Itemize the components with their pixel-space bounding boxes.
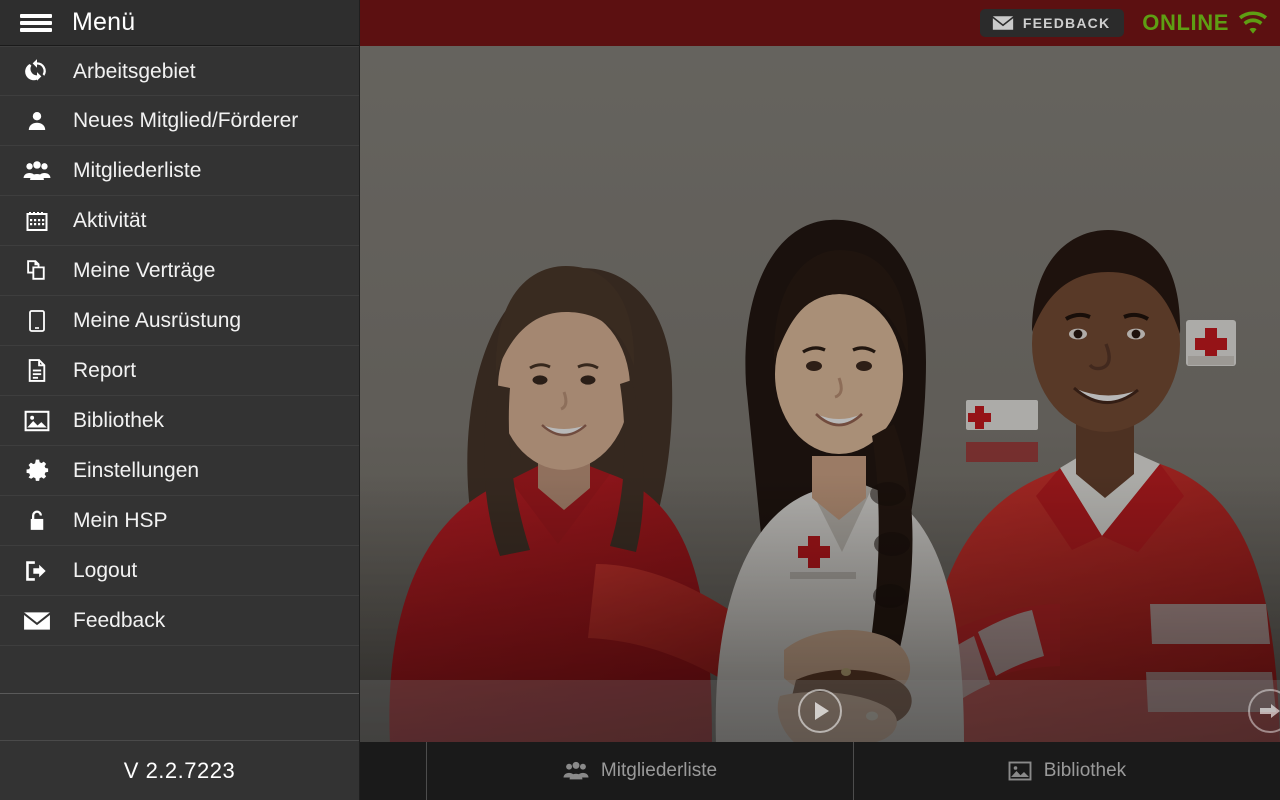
envelope-icon xyxy=(20,608,54,634)
gear-icon xyxy=(20,458,54,484)
sidebar-item-feedback[interactable]: Feedback xyxy=(0,596,359,646)
feedback-button-label: FEEDBACK xyxy=(1022,15,1111,31)
sidebar-item-label: Mein HSP xyxy=(73,509,168,532)
document-lines-icon xyxy=(20,358,54,384)
sidebar-item-label: Einstellungen xyxy=(73,459,200,482)
app-root: Menü Arbeitsgebiet Neues Mitglied/Förder… xyxy=(0,0,1280,800)
sidebar-item-neues-mitglied[interactable]: Neues Mitglied/Förderer xyxy=(0,96,359,146)
hero-media[interactable] xyxy=(360,46,1280,742)
bottom-tab-mitgliederliste[interactable]: Mitgliederliste xyxy=(427,742,854,800)
sidebar: Menü Arbeitsgebiet Neues Mitglied/Förder… xyxy=(0,0,360,800)
sidebar-item-report[interactable]: Report xyxy=(0,346,359,396)
users-icon xyxy=(563,760,589,782)
version-bar: V 2.2.7223 xyxy=(0,740,359,800)
wifi-icon xyxy=(1238,11,1268,35)
logout-icon xyxy=(20,558,54,584)
sidebar-item-einstellungen[interactable]: Einstellungen xyxy=(0,446,359,496)
sidebar-item-label: Arbeitsgebiet xyxy=(73,59,196,83)
volunteers-photo xyxy=(360,46,1280,742)
sidebar-item-label: Neues Mitglied/Förderer xyxy=(73,109,299,132)
tablet-icon xyxy=(20,308,54,334)
hamburger-icon[interactable] xyxy=(20,12,52,34)
bottom-bar-spacer xyxy=(360,742,427,800)
top-bar: FEEDBACK ONLINE xyxy=(360,0,1280,46)
sidebar-item-label: Feedback xyxy=(73,609,166,632)
sidebar-item-mitgliederliste[interactable]: Mitgliederliste xyxy=(0,146,359,196)
sidebar-item-label: Report xyxy=(73,359,137,382)
sidebar-item-bibliothek[interactable]: Bibliothek xyxy=(0,396,359,446)
main-pane: FEEDBACK ONLINE Mitgliederliste Biblioth… xyxy=(360,0,1280,800)
bottom-tab-bibliothek[interactable]: Bibliothek xyxy=(854,742,1280,800)
chevron-right-icon[interactable] xyxy=(1248,689,1280,733)
image-icon xyxy=(20,408,54,434)
status-badge: ONLINE xyxy=(1142,10,1268,36)
sidebar-item-mein-hsp[interactable]: Mein HSP xyxy=(0,496,359,546)
bottom-tab-label: Bibliothek xyxy=(1043,760,1127,781)
sidebar-item-meine-ausruestung[interactable]: Meine Ausrüstung xyxy=(0,296,359,346)
status-label: ONLINE xyxy=(1142,10,1229,35)
bottom-tab-label: Mitgliederliste xyxy=(600,760,718,781)
sidebar-header: Menü xyxy=(0,0,359,46)
sidebar-item-label: Mitgliederliste xyxy=(73,159,202,182)
users-icon xyxy=(20,158,54,184)
page-title: Menü xyxy=(72,8,136,36)
sidebar-item-logout[interactable]: Logout xyxy=(0,546,359,596)
sidebar-item-aktivitaet[interactable]: Aktivität xyxy=(0,196,359,246)
bottom-tab-bar: Mitgliederliste Bibliothek xyxy=(360,742,1280,800)
sidebar-item-label: Meine Ausrüstung xyxy=(73,309,242,332)
image-icon xyxy=(1008,760,1032,782)
refresh-icon xyxy=(20,58,54,84)
app-version-label: V 2.2.7223 xyxy=(123,757,236,783)
user-icon xyxy=(20,108,54,134)
feedback-button[interactable]: FEEDBACK xyxy=(979,9,1125,37)
sidebar-item-label: Bibliothek xyxy=(73,409,165,432)
lock-icon xyxy=(20,508,54,534)
sidebar-item-label: Logout xyxy=(73,559,138,582)
calendar-icon xyxy=(20,208,54,234)
media-controls xyxy=(360,680,1280,742)
sidebar-filler xyxy=(0,692,359,740)
sidebar-item-label: Aktivität xyxy=(73,209,147,232)
sidebar-item-label: Meine Verträge xyxy=(73,259,216,282)
sidebar-nav: Arbeitsgebiet Neues Mitglied/Förderer Mi… xyxy=(0,46,359,693)
sidebar-item-arbeitsgebiet[interactable]: Arbeitsgebiet xyxy=(0,46,359,96)
play-icon[interactable] xyxy=(798,689,842,733)
envelope-icon xyxy=(992,15,1014,31)
copy-documents-icon xyxy=(20,258,54,284)
sidebar-item-meine-vertraege[interactable]: Meine Verträge xyxy=(0,246,359,296)
